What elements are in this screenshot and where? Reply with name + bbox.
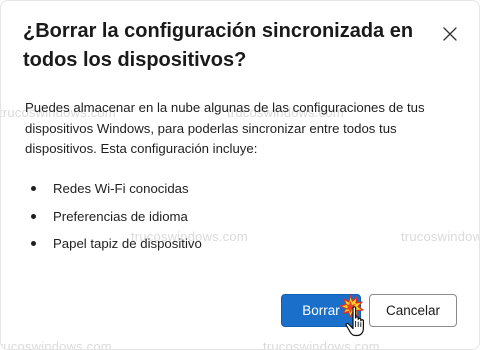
list-item-label: Papel tapiz de dispositivo — [53, 236, 202, 251]
list-item: Papel tapiz de dispositivo — [25, 234, 202, 262]
settings-list: Redes Wi-Fi conocidas Preferencias de id… — [25, 179, 202, 262]
list-item-label: Redes Wi-Fi conocidas — [53, 181, 189, 196]
dialog-description: Puedes almacenar en la nube algunas de l… — [25, 100, 425, 156]
watermark-6: trucoswindows.com — [263, 339, 380, 350]
watermark-4: trucoswindows.com — [401, 229, 480, 244]
watermark-5: trucoswindows.com — [0, 339, 112, 350]
hand-cursor-icon — [339, 294, 364, 337]
list-item-label: Preferencias de idioma — [53, 208, 188, 224]
dialog-title: ¿Borrar la configuración sincronizada en… — [23, 20, 414, 71]
close-button[interactable] — [437, 21, 463, 47]
list-item: Preferencias de idioma — [25, 207, 202, 235]
bullet-icon — [31, 186, 36, 191]
click-burst-icon — [339, 294, 364, 318]
close-icon — [443, 27, 457, 41]
dialog: trucoswindows.com trucoswindows.com truc… — [0, 0, 480, 350]
cancel-button[interactable]: Cancelar — [369, 294, 457, 327]
bullet-icon — [31, 241, 36, 246]
bullet-icon — [31, 213, 36, 219]
list-item: Redes Wi-Fi conocidas — [25, 179, 202, 207]
